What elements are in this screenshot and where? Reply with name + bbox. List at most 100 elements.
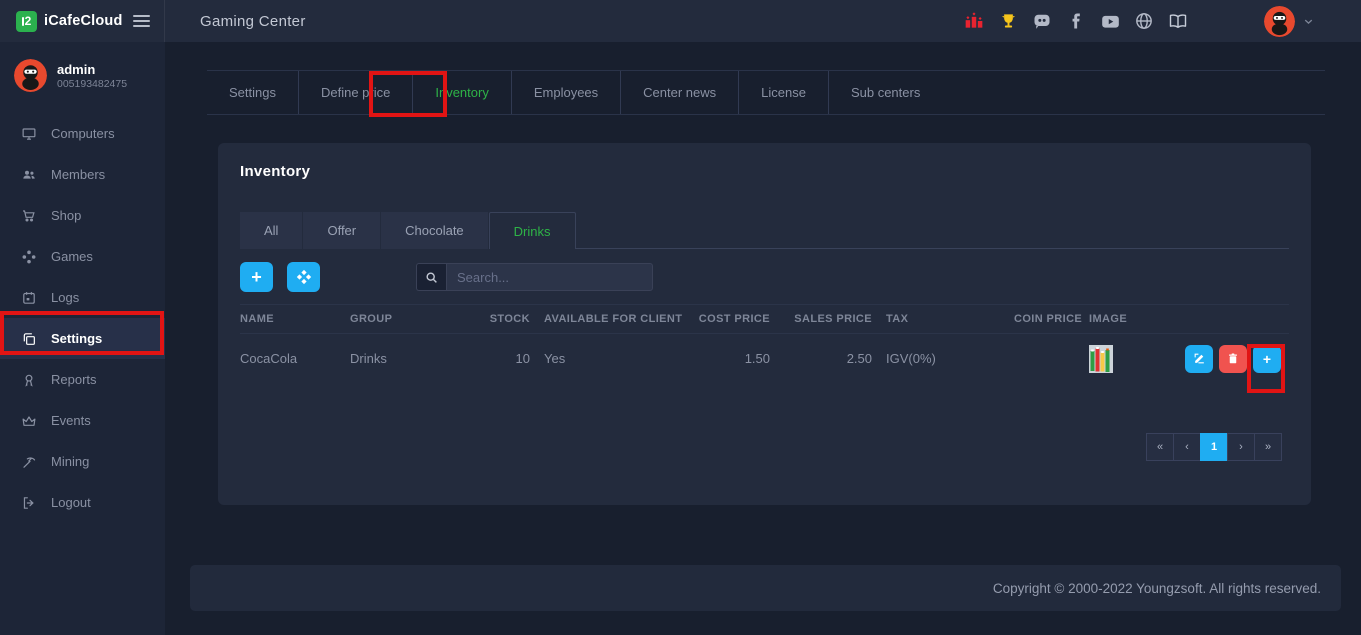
col-header-cost-price: COST PRICE [690,313,770,325]
sidebar: admin 005193482475 Computers Members Sho… [0,42,165,635]
layers-icon [21,331,37,347]
hamburger-menu-icon[interactable] [133,15,150,27]
tab-license[interactable]: License [739,71,829,114]
avatar [1264,6,1295,37]
inventory-table: NAME GROUP STOCK AVAILABLE FOR CLIENT CO… [240,304,1289,383]
page-title: Gaming Center [200,13,306,30]
inventory-card: Inventory All Offer Chocolate Drinks + [218,143,1311,505]
sidebar-item-label: Logout [51,495,91,510]
subtab-all[interactable]: All [240,212,303,249]
tab-sub-centers[interactable]: Sub centers [829,71,942,114]
sidebar-item-logs[interactable]: Logs [0,277,165,318]
sidebar-item-reports[interactable]: Reports [0,359,165,400]
cell-sales-price: 2.50 [770,351,872,366]
pagination-next-button[interactable]: › [1227,433,1255,461]
col-header-available: AVAILABLE FOR CLIENT [530,313,690,325]
pagination-page-1-button[interactable]: 1 [1200,433,1228,461]
user-id: 005193482475 [57,78,127,90]
add-item-button[interactable]: + [240,262,273,292]
sidebar-item-label: Games [51,249,93,264]
user-block[interactable]: admin 005193482475 [0,42,165,105]
sidebar-item-games[interactable]: Games [0,236,165,277]
row-actions: + [1165,345,1289,373]
inventory-subtabs: All Offer Chocolate Drinks [240,212,1289,249]
col-header-tax: TAX [872,313,1014,325]
sidebar-item-label: Members [51,167,105,182]
brand-logo-icon: 2 [16,11,37,32]
ranking-icon[interactable] [964,11,984,31]
sidebar-item-label: Shop [51,208,81,223]
col-header-sales-price: SALES PRICE [770,313,872,325]
copyright-text: Copyright © 2000-2022 Youngzsoft. All ri… [993,581,1321,596]
medal-icon [21,372,37,388]
tab-inventory[interactable]: Inventory [413,71,511,114]
cart-icon [21,208,37,224]
tab-define-price[interactable]: Define price [299,71,413,114]
trophy-icon[interactable] [998,11,1018,31]
groups-button[interactable] [287,262,320,292]
table-row: CocaCola Drinks 10 Yes 1.50 2.50 IGV(0%) [240,334,1289,383]
add-stock-button[interactable]: + [1253,345,1281,373]
main-content: Settings Define price Inventory Employee… [165,42,1361,635]
user-menu[interactable] [1264,6,1315,37]
footer: Copyright © 2000-2022 Youngzsoft. All ri… [190,565,1341,611]
sidebar-item-logout[interactable]: Logout [0,482,165,523]
col-header-stock: STOCK [470,313,530,325]
drinks-thumbnail [1089,345,1165,373]
sidebar-item-label: Reports [51,372,97,387]
delete-row-button[interactable] [1219,345,1247,373]
avatar [14,59,47,92]
facebook-icon[interactable] [1066,11,1086,31]
sidebar-item-label: Mining [51,454,89,469]
subtab-chocolate[interactable]: Chocolate [381,212,489,249]
tab-settings[interactable]: Settings [207,71,299,114]
sidebar-item-label: Events [51,413,91,428]
subtab-offer[interactable]: Offer [303,212,381,249]
user-name: admin [57,61,127,79]
globe-icon[interactable] [1134,11,1154,31]
col-header-group: GROUP [350,313,470,325]
sidebar-item-members[interactable]: Members [0,154,165,195]
col-header-image: IMAGE [1089,313,1165,325]
members-icon [21,167,37,183]
brand-name: iCafeCloud [44,13,123,29]
chevron-down-icon [1302,15,1315,28]
cell-image [1089,345,1165,373]
book-icon[interactable] [1168,11,1188,31]
tabbar: Settings Define price Inventory Employee… [207,70,1325,115]
pagination: « ‹ 1 › » [240,433,1289,461]
tab-employees[interactable]: Employees [512,71,621,114]
sidebar-item-settings[interactable]: Settings [0,318,165,359]
logout-icon [21,495,37,511]
cell-name: CocaCola [240,351,350,366]
calendar-icon [21,290,37,306]
sidebar-item-label: Settings [51,331,102,346]
games-icon [21,249,37,265]
cell-tax: IGV(0%) [872,351,1014,366]
col-header-coin-price: COIN PRICE [1014,313,1089,325]
pagination-last-button[interactable]: » [1254,433,1282,461]
diamonds-icon [296,269,312,285]
pickaxe-icon [21,454,37,470]
sidebar-item-mining[interactable]: Mining [0,441,165,482]
sidebar-item-events[interactable]: Events [0,400,165,441]
sidebar-item-shop[interactable]: Shop [0,195,165,236]
header-right [964,6,1361,37]
sidebar-item-computers[interactable]: Computers [0,113,165,154]
cell-available: Yes [530,351,690,366]
search-input[interactable] [446,263,653,291]
plus-icon: + [1263,351,1271,367]
sidebar-item-label: Logs [51,290,79,305]
pagination-first-button[interactable]: « [1146,433,1174,461]
discord-icon[interactable] [1032,11,1052,31]
cell-group: Drinks [350,351,470,366]
tab-center-news[interactable]: Center news [621,71,739,114]
subtab-divider [576,212,1289,249]
edit-row-button[interactable] [1185,345,1213,373]
brand[interactable]: 2 iCafeCloud [0,0,165,42]
col-header-name: NAME [240,313,350,325]
subtab-drinks[interactable]: Drinks [489,212,576,249]
youtube-icon[interactable] [1100,11,1120,31]
monitor-icon [21,126,37,142]
pagination-prev-button[interactable]: ‹ [1173,433,1201,461]
